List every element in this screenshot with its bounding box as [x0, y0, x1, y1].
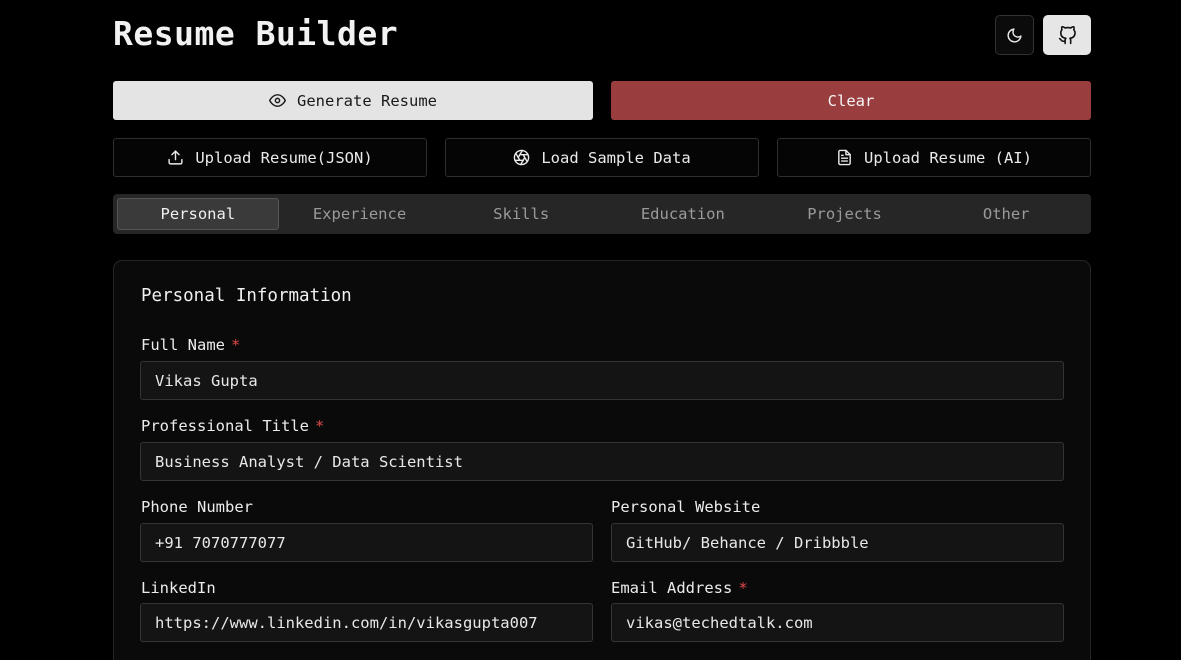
personal-info-card: Personal Information Full Name * Vikas Gu…: [113, 260, 1091, 660]
upload-ai-button[interactable]: Upload Resume (AI): [777, 138, 1091, 177]
full-name-label-text: Full Name: [141, 336, 225, 354]
github-button[interactable]: [1043, 15, 1091, 55]
tab-experience[interactable]: Experience: [279, 198, 441, 230]
clear-button[interactable]: Clear: [611, 81, 1091, 120]
load-sample-button[interactable]: Load Sample Data: [445, 138, 759, 177]
section-tabs: Personal Experience Skills Education Pro…: [113, 194, 1091, 234]
required-mark: *: [738, 579, 748, 597]
page-title: Resume Builder: [113, 14, 399, 53]
linkedin-label: LinkedIn: [141, 579, 216, 597]
full-name-label: Full Name *: [141, 336, 240, 354]
website-label: Personal Website: [611, 498, 761, 516]
linkedin-input[interactable]: https://www.linkedin.com/in/vikasgupta00…: [140, 603, 593, 642]
moon-icon: [1007, 27, 1022, 42]
clear-label: Clear: [827, 91, 875, 110]
github-icon: [1058, 25, 1076, 44]
full-name-input[interactable]: Vikas Gupta: [140, 361, 1064, 400]
required-mark: *: [231, 336, 241, 354]
eye-icon: [269, 94, 286, 107]
upload-icon: [168, 150, 183, 165]
professional-title-label-text: Professional Title: [141, 417, 309, 435]
tab-projects[interactable]: Projects: [764, 198, 926, 230]
upload-json-button[interactable]: Upload Resume(JSON): [113, 138, 427, 177]
file-text-icon: [838, 149, 851, 166]
email-input[interactable]: vikas@techedtalk.com: [611, 603, 1064, 642]
card-title: Personal Information: [141, 286, 352, 306]
phone-input[interactable]: +91 7070777077: [140, 523, 593, 562]
upload-ai-label: Upload Resume (AI): [864, 148, 1032, 167]
generate-resume-button[interactable]: Generate Resume: [113, 81, 593, 120]
load-sample-label: Load Sample Data: [541, 148, 691, 167]
tab-skills[interactable]: Skills: [440, 198, 602, 230]
aperture-icon: [514, 149, 530, 166]
phone-label: Phone Number: [141, 498, 253, 516]
tab-other[interactable]: Other: [925, 198, 1087, 230]
website-input[interactable]: GitHub/ Behance / Dribbble: [611, 523, 1064, 562]
upload-json-label: Upload Resume(JSON): [195, 148, 373, 167]
email-label-text: Email Address: [611, 579, 733, 597]
tab-personal[interactable]: Personal: [117, 198, 279, 230]
required-mark: *: [314, 417, 325, 435]
professional-title-input[interactable]: Business Analyst / Data Scientist: [140, 442, 1064, 481]
email-label: Email Address *: [611, 579, 748, 597]
generate-resume-label: Generate Resume: [297, 91, 437, 110]
theme-toggle-button[interactable]: [995, 15, 1034, 55]
tab-education[interactable]: Education: [602, 198, 764, 230]
professional-title-label: Professional Title *: [141, 417, 324, 435]
